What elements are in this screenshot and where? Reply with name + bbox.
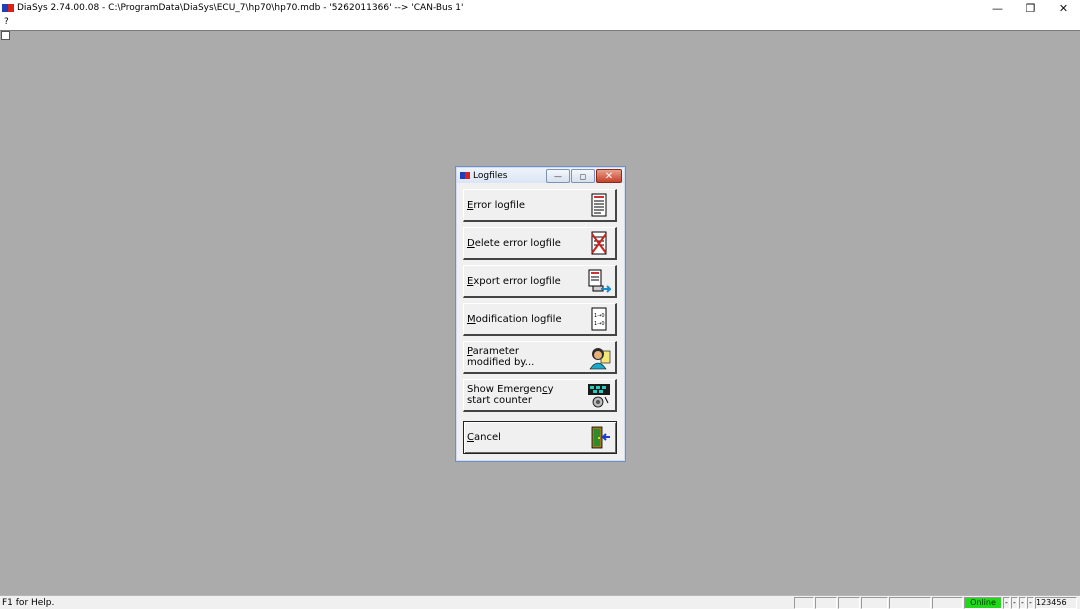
show-emergency-start-counter-button[interactable]: Show Emergency start counter [463, 379, 617, 412]
status-pane [794, 597, 814, 609]
menu-help[interactable]: ? [4, 17, 9, 27]
option-label-line2: modified by... [467, 357, 535, 368]
option-label: Error logfile [467, 199, 526, 211]
person-icon [589, 348, 611, 370]
option-label-line1: Parameter [467, 346, 520, 357]
option-label-line2: start counter [467, 395, 532, 406]
document-delete-icon [591, 231, 607, 255]
option-label: Cancel [467, 432, 501, 443]
svg-text:1→0: 1→0 [594, 313, 605, 319]
error-logfile-button[interactable]: Error logfile [463, 189, 617, 222]
counter-icon [588, 384, 610, 408]
status-pane: - [1019, 597, 1026, 609]
status-help-text: F1 for Help. [2, 598, 55, 608]
logfiles-dialog: Logfiles — ◻ ✕ Error logfile Delete erro… [455, 166, 626, 462]
document-list-icon [591, 193, 607, 217]
minimize-button[interactable]: — [981, 0, 1014, 16]
dialog-minimize-button[interactable]: — [546, 169, 570, 183]
status-pane [861, 597, 888, 609]
status-pane [932, 597, 963, 609]
modification-list-icon: 1→0 1→0 [591, 307, 607, 331]
delete-error-logfile-button[interactable]: Delete error logfile [463, 227, 617, 260]
status-pane: - [1027, 597, 1034, 609]
option-label: Export error logfile [467, 275, 561, 287]
dialog-title: Logfiles [473, 170, 508, 181]
option-label-line1: Show Emergency [467, 384, 554, 395]
dialog-restore-button[interactable]: ◻ [571, 169, 595, 183]
document-export-icon [588, 269, 611, 293]
svg-text:1→0: 1→0 [594, 321, 605, 327]
close-button[interactable]: ✕ [1047, 0, 1080, 16]
status-pane: - [1011, 597, 1018, 609]
window-title: DiaSys 2.74.00.08 - C:\ProgramData\DiaSy… [17, 3, 464, 13]
status-pane [889, 597, 931, 609]
toolbar-placeholder[interactable] [1, 31, 10, 40]
status-bar: F1 for Help. Online - - - - 123456 [0, 595, 1080, 609]
dialog-close-button[interactable]: ✕ [596, 169, 622, 183]
status-number: 123456 [1035, 597, 1077, 609]
status-pane [815, 597, 837, 609]
app-logo-icon [2, 4, 14, 12]
dialog-title-bar[interactable]: Logfiles — ◻ ✕ [457, 168, 624, 183]
maximize-button[interactable]: ❐ [1014, 0, 1047, 16]
parameter-modified-by-button[interactable]: Parameter modified by... [463, 341, 617, 374]
export-error-logfile-button[interactable]: Export error logfile [463, 265, 617, 298]
option-label: Modification logfile [467, 313, 562, 325]
status-pane [838, 597, 860, 609]
exit-door-icon [591, 426, 610, 449]
dialog-logo-icon [460, 172, 470, 179]
menu-bar: ? [0, 16, 1080, 31]
status-pane: - [1003, 597, 1010, 609]
online-status: Online [964, 597, 1002, 609]
modification-logfile-button[interactable]: Modification logfile 1→0 1→0 [463, 303, 617, 336]
option-label: Delete error logfile [467, 237, 561, 249]
title-bar: DiaSys 2.74.00.08 - C:\ProgramData\DiaSy… [0, 0, 1080, 16]
cancel-button[interactable]: Cancel [463, 421, 617, 454]
